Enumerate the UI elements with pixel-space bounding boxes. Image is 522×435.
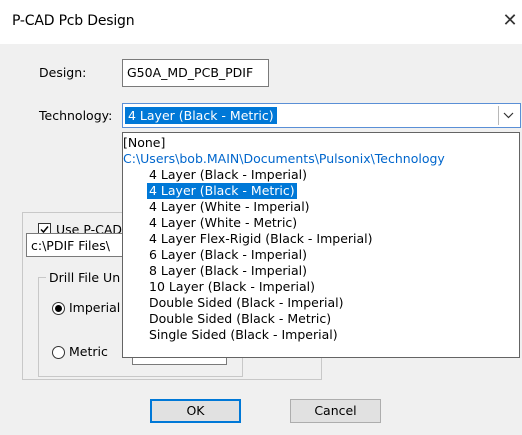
option-double-sided-black-metric[interactable]: Double Sided (Black - Metric) bbox=[149, 311, 331, 327]
combo-dropdown-button[interactable] bbox=[498, 106, 518, 125]
technology-combobox[interactable]: 4 Layer (Black - Metric) bbox=[122, 103, 521, 128]
metric-radio[interactable] bbox=[52, 346, 65, 359]
design-label: Design: bbox=[39, 65, 87, 80]
cancel-button[interactable]: Cancel bbox=[290, 399, 381, 423]
metric-value-field[interactable] bbox=[132, 357, 227, 365]
pdif-path-field[interactable]: c:\PDIF Files\ bbox=[26, 233, 126, 257]
technology-selected-value: 4 Layer (Black - Metric) bbox=[125, 107, 277, 124]
technology-label: Technology: bbox=[39, 108, 113, 123]
option-single-sided-black-imperial[interactable]: Single Sided (Black - Imperial) bbox=[149, 327, 338, 343]
metric-label: Metric bbox=[69, 344, 108, 359]
option-none[interactable]: [None] bbox=[123, 135, 165, 151]
option-4-layer-black-metric[interactable]: 4 Layer (Black - Metric) bbox=[147, 183, 297, 199]
option-8-layer-black-imperial[interactable]: 8 Layer (Black - Imperial) bbox=[149, 263, 307, 279]
imperial-label: Imperial bbox=[69, 300, 121, 315]
option-technology-path[interactable]: C:\Users\bob.MAIN\Documents\Pulsonix\Tec… bbox=[123, 151, 445, 167]
option-double-sided-black-imperial[interactable]: Double Sided (Black - Imperial) bbox=[149, 295, 343, 311]
close-icon[interactable]: ✕ bbox=[500, 10, 520, 32]
technology-dropdown-list[interactable]: [None] C:\Users\bob.MAIN\Documents\Pulso… bbox=[122, 132, 520, 358]
design-value: G50A_MD_PCB_PDIF bbox=[127, 65, 254, 80]
window-title: P-CAD Pcb Design bbox=[12, 13, 135, 29]
ok-button[interactable]: OK bbox=[150, 399, 241, 423]
imperial-radio[interactable] bbox=[52, 302, 65, 315]
option-10-layer-black-imperial[interactable]: 10 Layer (Black - Imperial) bbox=[149, 279, 315, 295]
chevron-down-icon bbox=[503, 112, 514, 119]
pdif-path-value: c:\PDIF Files\ bbox=[31, 238, 110, 253]
title-bar: P-CAD Pcb Design ✕ bbox=[0, 0, 522, 44]
option-4-layer-white-imperial[interactable]: 4 Layer (White - Imperial) bbox=[149, 199, 310, 215]
option-4-layer-white-metric[interactable]: 4 Layer (White - Metric) bbox=[149, 215, 297, 231]
radio-selected-dot bbox=[55, 305, 62, 312]
option-6-layer-black-imperial[interactable]: 6 Layer (Black - Imperial) bbox=[149, 247, 307, 263]
option-4-layer-flex-rigid[interactable]: 4 Layer Flex-Rigid (Black - Imperial) bbox=[149, 231, 373, 247]
drill-units-label: Drill File Un bbox=[46, 270, 124, 285]
option-4-layer-black-imperial[interactable]: 4 Layer (Black - Imperial) bbox=[149, 167, 307, 183]
design-field[interactable]: G50A_MD_PCB_PDIF bbox=[122, 59, 269, 87]
